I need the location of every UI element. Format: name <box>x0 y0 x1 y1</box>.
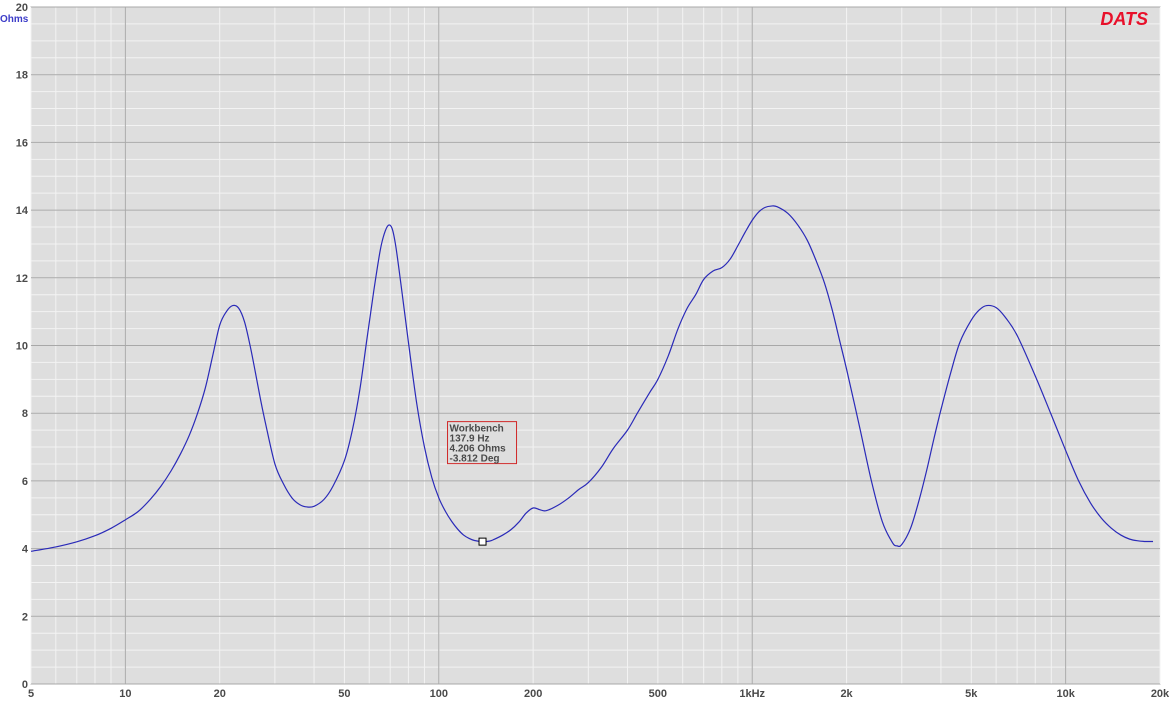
x-tick-label: 500 <box>649 688 667 700</box>
brand-logo: DATS <box>1100 9 1148 29</box>
x-tick-label: 10k <box>1056 688 1075 700</box>
y-tick-label: 18 <box>16 70 28 82</box>
y-tick-label: 20 <box>16 2 28 14</box>
y-tick-label: 6 <box>22 476 28 488</box>
x-tick-label: 5k <box>965 688 978 700</box>
x-tick-label: 10 <box>119 688 131 700</box>
y-tick-label: 4 <box>22 544 29 556</box>
x-tick-label: 50 <box>338 688 350 700</box>
y-tick-label: 8 <box>22 408 28 420</box>
x-tick-label: 20k <box>1151 688 1170 700</box>
y-axis-ticks: 02468101214161820 <box>16 2 29 691</box>
chart-svg: 02468101214161820 5 10 20 50 100 200 500 1kHz 2k… <box>0 2 1170 700</box>
y-tick-label: 10 <box>16 341 28 353</box>
y-tick-label: 12 <box>16 273 28 285</box>
y-tick-label: 2 <box>22 611 28 623</box>
impedance-chart: 0 2 4 6 8 10 12 14 16 18 20 5 10 20 50 100 200 500 1kHz 2k… <box>0 0 1173 701</box>
y-tick-label: 14 <box>16 205 29 217</box>
x-tick-label: 200 <box>524 688 542 700</box>
x-tick-label: 1kHz <box>739 688 765 700</box>
x-tick-label: 20 <box>214 688 226 700</box>
cursor-readout-line: -3.812 Deg <box>450 454 500 465</box>
cursor-marker[interactable] <box>478 537 487 546</box>
x-tick-label: 2k <box>840 688 853 700</box>
x-tick-label: 5 <box>28 688 34 700</box>
y-axis-unit-label: Ohms <box>0 14 29 25</box>
x-tick-label: 100 <box>430 688 448 700</box>
x-axis-ticks: 5 10 20 50 100 200 500 1kHz 2k 5k 10k 20k <box>28 688 1170 700</box>
y-tick-label: 16 <box>16 137 28 149</box>
